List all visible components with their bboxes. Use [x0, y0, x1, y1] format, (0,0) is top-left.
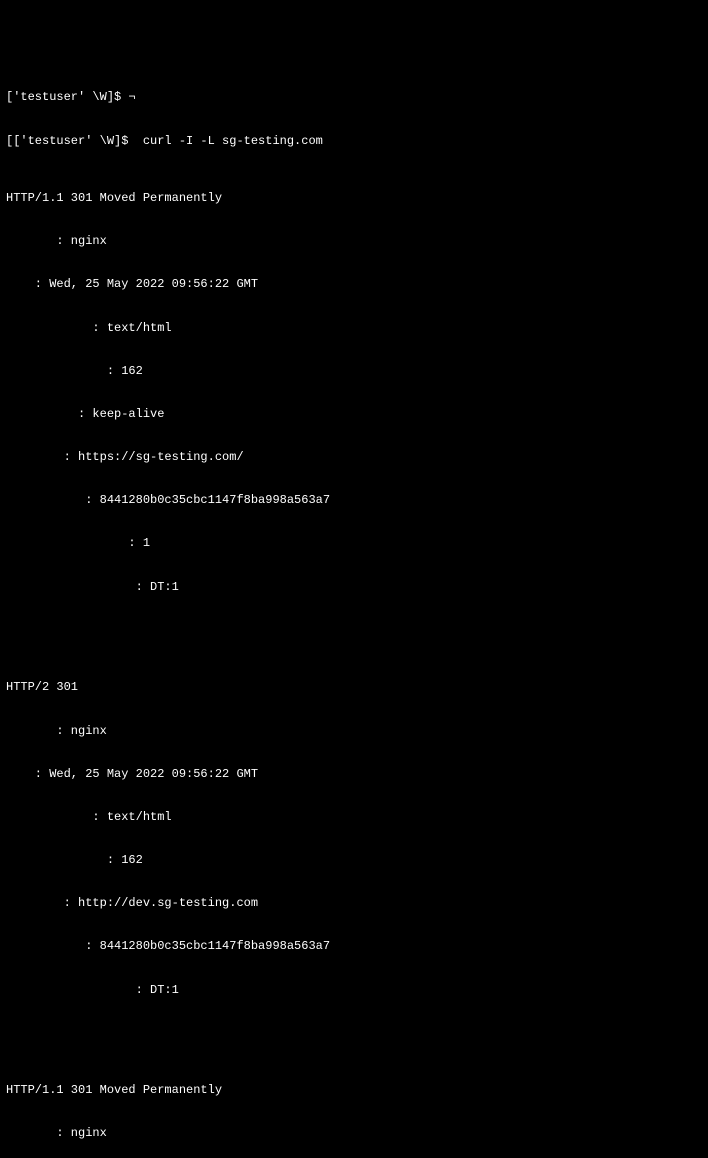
- output-line: : Wed, 25 May 2022 09:56:22 GMT: [6, 767, 702, 781]
- output-line: : http://dev.sg-testing.com: [6, 896, 702, 910]
- terminal-window[interactable]: ['testuser' \W]$ ¬ [['testuser' \W]$ cur…: [6, 62, 702, 633]
- output-line: : 162: [6, 364, 702, 378]
- blank-line: [6, 623, 702, 637]
- output-line: : nginx: [6, 724, 702, 738]
- output-line: : text/html: [6, 810, 702, 824]
- output-line: : DT:1: [6, 983, 702, 997]
- blank-line: [6, 1026, 702, 1040]
- output-line: : text/html: [6, 321, 702, 335]
- http-status: HTTP/1.1 301 Moved Permanently: [6, 1083, 702, 1097]
- output-line: : nginx: [6, 1126, 702, 1140]
- http-status: HTTP/2 301: [6, 680, 702, 694]
- output-line: : Wed, 25 May 2022 09:56:22 GMT: [6, 277, 702, 291]
- output-line: : 8441280b0c35cbc1147f8ba998a563a7: [6, 939, 702, 953]
- output-line: : keep-alive: [6, 407, 702, 421]
- output-line: : nginx: [6, 234, 702, 248]
- output-line: : 8441280b0c35cbc1147f8ba998a563a7: [6, 493, 702, 507]
- output-line: : https://sg-testing.com/: [6, 450, 702, 464]
- output-line: : 162: [6, 853, 702, 867]
- prompt-line-1: ['testuser' \W]$ ¬: [6, 90, 702, 104]
- prompt-line-2: [['testuser' \W]$ curl -I -L sg-testing.…: [6, 134, 702, 148]
- output-line: : 1: [6, 536, 702, 550]
- output-line: : DT:1: [6, 580, 702, 594]
- http-status: HTTP/1.1 301 Moved Permanently: [6, 191, 702, 205]
